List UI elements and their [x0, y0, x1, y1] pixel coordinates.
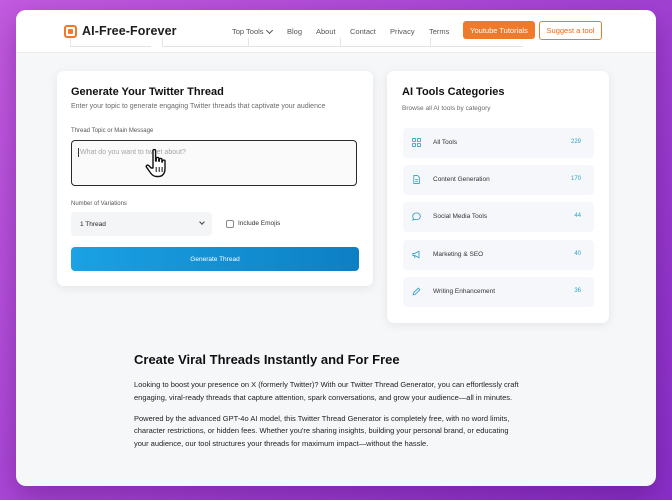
article-section: Create Viral Threads Instantly and For F…	[134, 351, 524, 459]
topic-textarea[interactable]: What do you want to tweet about?	[71, 140, 357, 186]
chevron-down-icon	[199, 219, 205, 225]
category-content-generation[interactable]: Content Generation 170	[403, 165, 594, 196]
article-paragraph: Looking to boost your presence on X (for…	[134, 380, 519, 402]
generator-title: Generate Your Twitter Thread	[71, 86, 224, 98]
category-count: 170	[570, 176, 581, 183]
strip-cell	[430, 38, 523, 47]
category-writing-enhancement[interactable]: Writing Enhancement 36	[403, 276, 594, 307]
strip-cell	[248, 38, 341, 47]
category-all-tools[interactable]: All Tools 229	[403, 128, 594, 158]
generator-subtitle: Enter your topic to generate engaging Tw…	[71, 103, 326, 110]
site-logo[interactable]: AI-Free-Forever	[64, 23, 177, 39]
category-name: Marketing & SEO	[433, 250, 484, 258]
category-name: Content Generation	[433, 176, 490, 184]
include-emojis-label[interactable]: Include Emojis	[238, 220, 280, 227]
category-count: 36	[574, 287, 581, 294]
nav-about-label: About	[316, 26, 336, 36]
chevron-down-icon	[265, 26, 273, 34]
nav-privacy-label: Privacy	[390, 26, 415, 36]
category-count: 44	[574, 213, 581, 220]
category-count: 229	[570, 139, 581, 145]
nav-contact-label: Contact	[350, 26, 376, 36]
megaphone-icon	[412, 250, 420, 258]
grid-icon	[412, 138, 421, 147]
include-emojis-checkbox[interactable]	[226, 220, 234, 228]
article-heading: Create Viral Threads Instantly and For F…	[134, 352, 400, 367]
category-social-media-tools[interactable]: Social Media Tools 44	[403, 202, 594, 233]
strip-cell	[340, 38, 431, 47]
category-name: Writing Enhancement	[433, 287, 496, 295]
strip-cell	[70, 38, 151, 47]
topic-label: Thread Topic or Main Message	[71, 128, 154, 134]
thread-generator-card: Generate Your Twitter Thread Enter your …	[57, 71, 373, 286]
hand-pointer-cursor-icon	[145, 148, 166, 178]
nav-blog-label: Blog	[287, 26, 303, 36]
logo-text: AI-Free-Forever	[82, 24, 177, 38]
categories-card: AI Tools Categories Browse all AI tools …	[387, 71, 609, 323]
nav-terms-label: Terms	[429, 26, 450, 36]
category-count: 40	[574, 250, 581, 257]
variations-label: Number of Variations	[71, 201, 127, 207]
article-paragraph: Powered by the advanced GPT-4o AI model,…	[134, 413, 510, 448]
strip-cell	[162, 38, 249, 47]
chat-bubble-icon	[412, 212, 421, 222]
pencil-icon	[412, 287, 421, 296]
categories-list: All Tools 229 Content Generation 170 Soc…	[403, 128, 594, 314]
document-icon	[413, 175, 420, 185]
generate-thread-button[interactable]: Generate Thread	[71, 247, 359, 271]
categories-title: AI Tools Categories	[402, 86, 505, 98]
browser-window: AI-Free-Forever Top Tools Blog About Con…	[16, 10, 656, 486]
logo-icon	[64, 24, 77, 38]
category-name: All Tools	[433, 139, 458, 146]
text-caret	[78, 148, 79, 157]
categories-subtitle: Browse all AI tools by category	[402, 105, 491, 112]
variations-select[interactable]: 1 Thread	[71, 212, 212, 236]
category-name: Social Media Tools	[433, 213, 488, 221]
youtube-tutorials-button[interactable]: Youtube Tutorials	[463, 21, 535, 39]
category-marketing-seo[interactable]: Marketing & SEO 40	[403, 239, 594, 270]
nav-top-tools-label: Top Tools	[232, 26, 264, 36]
scrolled-content-edge	[64, 38, 608, 47]
variations-selected-value: 1 Thread	[80, 220, 106, 228]
